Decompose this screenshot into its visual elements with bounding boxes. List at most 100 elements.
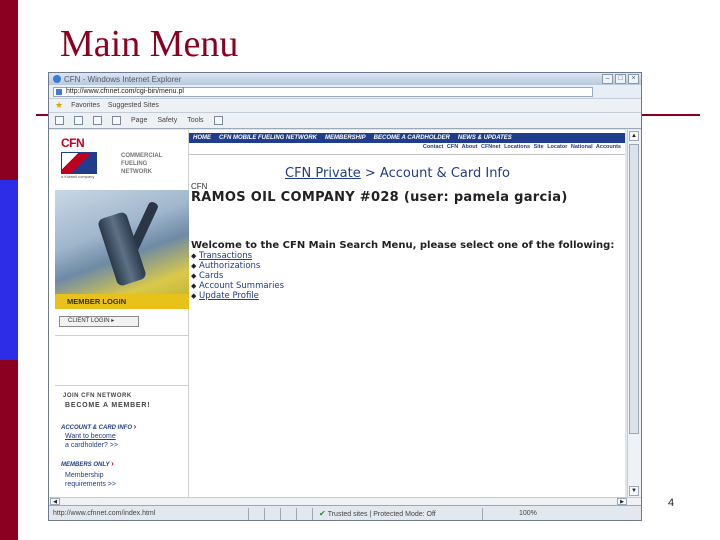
scroll-thumb[interactable] bbox=[629, 144, 639, 434]
members-only-label: MEMBERS ONLY bbox=[61, 462, 110, 468]
status-bar: http://www.cfnnet.com/index.html ✔ Truste… bbox=[49, 505, 641, 520]
subnav-site-locator[interactable]: Site Locator bbox=[534, 144, 568, 150]
logo-mark-icon bbox=[61, 152, 97, 174]
option-cards[interactable]: Cards bbox=[199, 271, 223, 281]
mail-icon[interactable] bbox=[93, 116, 102, 125]
account-card-info-label: ACCOUNT & CARD INFO bbox=[61, 425, 132, 431]
print-icon[interactable] bbox=[112, 116, 121, 125]
left-accent-bar-top bbox=[0, 0, 18, 180]
zoom-level[interactable]: 100% bbox=[483, 510, 537, 517]
nav-membership[interactable]: MEMBERSHIP bbox=[325, 135, 366, 141]
web-page: CFN a Kidwell company COMMERCIAL FUELING… bbox=[49, 130, 625, 497]
status-segment bbox=[265, 507, 281, 520]
cardholder-link-line: Want to become bbox=[65, 433, 116, 440]
feeds-icon[interactable] bbox=[74, 116, 83, 125]
left-accent-bar-middle bbox=[0, 180, 18, 360]
nav-become-cardholder[interactable]: BECOME A CARDHOLDER bbox=[374, 135, 450, 141]
nav-home[interactable]: HOME bbox=[193, 135, 211, 141]
breadcrumb-separator: > bbox=[364, 166, 376, 181]
list-item: ◆ Transactions bbox=[191, 251, 253, 261]
client-login-button[interactable]: CLIENT LOGIN ▸ bbox=[59, 316, 139, 327]
option-account-summaries[interactable]: Account Summaries bbox=[199, 281, 284, 291]
minimize-button[interactable]: – bbox=[602, 74, 613, 84]
suggested-sites-link[interactable]: Suggested Sites bbox=[108, 102, 159, 109]
title-rule-right bbox=[640, 114, 700, 116]
left-accent-bar-bottom bbox=[0, 360, 18, 540]
page-menu[interactable]: Page bbox=[131, 117, 147, 124]
tools-menu[interactable]: Tools bbox=[187, 117, 203, 124]
sub-navigation: Contact CFN About CFNnet Locations Site … bbox=[189, 144, 625, 154]
menu-options: ◆ Transactions ◆ Authorizations ◆ Cards ◆ Ac… bbox=[191, 251, 284, 301]
browser-window: CFN - Windows Internet Explorer – □ × ht… bbox=[48, 72, 642, 521]
join-network-text: JOIN CFN NETWORK bbox=[63, 393, 132, 399]
page-number: 4 bbox=[668, 497, 675, 509]
security-zone: ✔ Trusted sites | Protected Mode: Off bbox=[313, 507, 483, 520]
brand-line: FUELING bbox=[121, 161, 148, 167]
header-divider bbox=[189, 154, 625, 155]
slide-title: Main Menu bbox=[60, 23, 239, 65]
top-navigation: HOME CFN MOBILE FUELING NETWORK MEMBERSH… bbox=[189, 133, 625, 143]
address-input[interactable]: http://www.cfnnet.com/cgi-bin/menu.pl bbox=[53, 86, 593, 97]
account-card-info-link[interactable]: ACCOUNT & CARD INFO › bbox=[61, 422, 136, 431]
cardholder-link-line: a cardholder? >> bbox=[65, 442, 118, 449]
scroll-up-icon[interactable]: ▲ bbox=[629, 131, 639, 141]
subnav-contact[interactable]: Contact CFN bbox=[423, 144, 458, 150]
maximize-button[interactable]: □ bbox=[615, 74, 626, 84]
ie-icon bbox=[53, 75, 61, 83]
nav-news-updates[interactable]: NEWS & UPDATES bbox=[458, 135, 512, 141]
subnav-national-accounts[interactable]: National Accounts bbox=[571, 144, 621, 150]
client-login-label: CLIENT LOGIN bbox=[68, 318, 110, 324]
close-button[interactable]: × bbox=[628, 74, 639, 84]
star-icon: ★ bbox=[55, 100, 64, 110]
home-icon[interactable] bbox=[55, 116, 64, 125]
brand-name: COMMERCIAL FUELING NETWORK bbox=[121, 152, 162, 176]
window-title: CFN - Windows Internet Explorer bbox=[64, 74, 182, 84]
horizontal-scrollbar[interactable]: ◀ ▶ bbox=[49, 497, 641, 505]
membership-requirements-link[interactable]: Membership requirements >> bbox=[65, 471, 116, 489]
option-update-profile[interactable]: Update Profile bbox=[199, 291, 259, 301]
membership-link-line: Membership bbox=[65, 472, 104, 479]
brand-line: COMMERCIAL bbox=[121, 153, 163, 159]
list-item: ◆ Account Summaries bbox=[191, 281, 285, 291]
zone-text: Trusted sites | Protected Mode: Off bbox=[327, 510, 436, 518]
slide: Main Menu 4 CFN - Windows Internet Explo… bbox=[0, 0, 720, 540]
favorites-bar: ★ Favorites Suggested Sites bbox=[49, 99, 641, 113]
breadcrumb: CFN Private > Account & Card Info bbox=[285, 166, 510, 181]
subnav-about[interactable]: About CFNnet bbox=[462, 144, 501, 150]
member-login-header: MEMBER LOGIN bbox=[55, 294, 189, 309]
nav-mobile-fueling[interactable]: CFN MOBILE FUELING NETWORK bbox=[219, 135, 317, 141]
favorites-button[interactable]: Favorites bbox=[71, 102, 100, 109]
cardholder-link[interactable]: Want to become a cardholder? >> bbox=[65, 432, 118, 450]
safety-menu[interactable]: Safety bbox=[157, 117, 177, 124]
site-sidebar: CFN a Kidwell company COMMERCIAL FUELING… bbox=[49, 130, 189, 497]
command-bar: Page Safety Tools bbox=[49, 113, 641, 129]
window-titlebar: CFN - Windows Internet Explorer – □ × bbox=[49, 73, 641, 85]
scroll-down-icon[interactable]: ▼ bbox=[629, 486, 639, 496]
logo-text: CFN bbox=[61, 136, 85, 150]
address-bar: http://www.cfnnet.com/cgi-bin/menu.pl bbox=[49, 85, 641, 99]
membership-link-line: requirements >> bbox=[65, 481, 116, 488]
become-member-link[interactable]: BECOME A MEMBER! bbox=[65, 402, 150, 409]
scroll-right-icon[interactable]: ▶ bbox=[617, 498, 627, 505]
welcome-text: Welcome to the CFN Main Search Menu, ple… bbox=[191, 240, 615, 251]
list-item: ◆ Cards bbox=[191, 271, 224, 281]
fueling-photo bbox=[55, 190, 189, 294]
vertical-scrollbar[interactable]: ▲ ▼ bbox=[627, 130, 641, 497]
status-segment bbox=[281, 507, 297, 520]
company-heading: RAMOS OIL COMPANY #028 (user: pamela gar… bbox=[191, 190, 568, 205]
members-only-link[interactable]: MEMBERS ONLY › bbox=[61, 459, 114, 468]
breadcrumb-current: Account & Card Info bbox=[379, 166, 510, 181]
option-authorizations[interactable]: Authorizations bbox=[199, 261, 260, 271]
subnav-locations[interactable]: Locations bbox=[504, 144, 530, 150]
status-url: http://www.cfnnet.com/index.html bbox=[49, 507, 249, 520]
option-transactions[interactable]: Transactions bbox=[199, 251, 252, 261]
help-icon[interactable] bbox=[213, 116, 223, 125]
check-icon: ✔ bbox=[319, 508, 326, 518]
cfn-logo[interactable]: CFN a Kidwell company bbox=[61, 136, 101, 184]
divider bbox=[55, 385, 189, 386]
breadcrumb-link[interactable]: CFN Private bbox=[285, 166, 361, 181]
divider bbox=[55, 335, 189, 336]
brand-line: NETWORK bbox=[121, 169, 152, 175]
scroll-left-icon[interactable]: ◀ bbox=[50, 498, 60, 505]
address-text: http://www.cfnnet.com/cgi-bin/menu.pl bbox=[66, 87, 184, 95]
